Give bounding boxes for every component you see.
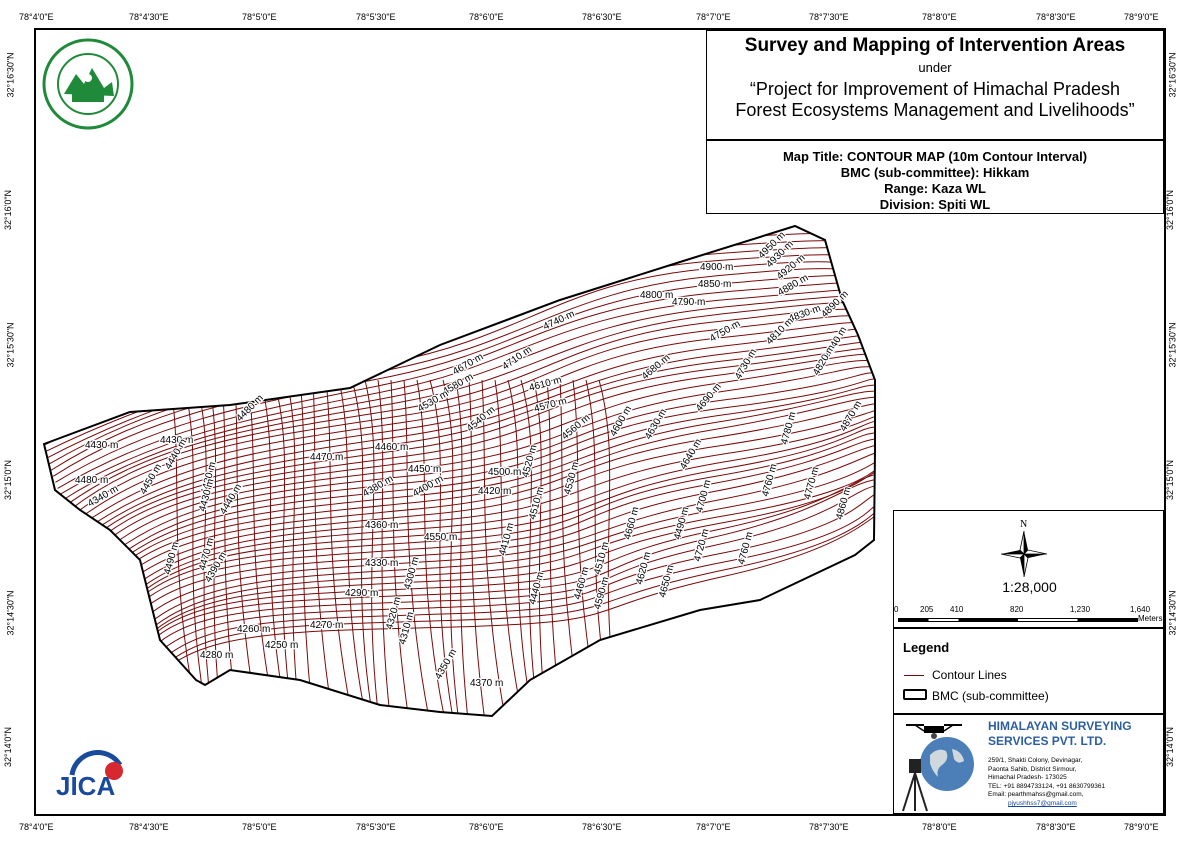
scale-bar — [898, 618, 1138, 622]
scale-box: N 1:28,000 0 205 410 820 1,230 1,640 Meters — [893, 510, 1164, 628]
address-line: pjyushhss7@gmail.com — [1008, 799, 1077, 807]
longitude-tick-label: 78°9'0"E — [1124, 822, 1159, 832]
longitude-tick-label: 78°4'0"E — [19, 822, 54, 832]
svg-text:JICA: JICA — [56, 771, 115, 801]
longitude-tick-label: 78°4'30"E — [129, 12, 169, 22]
scale-tick-label: 0 — [894, 605, 899, 614]
scale-tick-label: 410 — [950, 605, 964, 614]
longitude-tick-label: 78°4'0"E — [19, 12, 54, 22]
longitude-tick-label: 78°5'30"E — [356, 822, 396, 832]
map-info-box: Map Title: CONTOUR MAP (10m Contour Inte… — [706, 140, 1164, 214]
north-label: N — [1020, 519, 1028, 530]
legend-contour-label: Contour Lines — [932, 668, 1007, 682]
company-box: HIMALAYAN SURVEYING SERVICES PVT. LTD. 2… — [893, 714, 1164, 814]
title-box: Survey and Mapping of Intervention Areas… — [706, 30, 1164, 140]
latitude-tick-label: 32°16'0"N — [3, 189, 14, 231]
latitude-tick-label: 32°14'0"N — [1165, 726, 1176, 768]
division-name: Division: Spiti WL — [879, 197, 991, 212]
scale-tick-label: 205 — [920, 605, 934, 614]
scale-tick-label: 820 — [1010, 605, 1024, 614]
latitude-tick-label: 32°16'30"N — [1167, 52, 1178, 98]
address-line: Email: pearthmahss@gmail.com, — [988, 791, 1084, 799]
forest-department-logo — [42, 38, 134, 130]
latitude-tick-label: 32°16'30"N — [5, 52, 16, 98]
company-address: 259/1, Shakti Colony, Devinagar, Paonta … — [988, 757, 1105, 809]
longitude-tick-label: 78°7'30"E — [809, 12, 849, 22]
longitude-tick-label: 78°6'0"E — [469, 822, 504, 832]
project-line-1: “Project for Improvement of Himachal Pra… — [749, 79, 1121, 99]
company-name-line-2: SERVICES PVT. LTD. — [988, 734, 1107, 748]
longitude-tick-label: 78°5'30"E — [356, 12, 396, 22]
longitude-tick-label: 78°8'30"E — [1036, 12, 1076, 22]
latitude-tick-label: 32°15'0"N — [3, 459, 14, 501]
latitude-tick-label: 32°14'0"N — [3, 726, 14, 768]
longitude-tick-label: 78°6'0"E — [469, 12, 504, 22]
scale-tick-label: 1,230 — [1070, 605, 1091, 614]
longitude-tick-label: 78°5'0"E — [242, 12, 277, 22]
scale-tick-label: 1,640 — [1130, 605, 1151, 614]
address-line: 259/1, Shakti Colony, Devinagar, — [988, 757, 1083, 764]
bmc-name: BMC (sub-committee): Hikkam — [840, 165, 1030, 180]
longitude-tick-label: 78°8'0"E — [922, 822, 957, 832]
longitude-tick-label: 78°8'30"E — [1036, 822, 1076, 832]
longitude-tick-label: 78°6'30"E — [582, 12, 622, 22]
main-title: Survey and Mapping of Intervention Areas — [744, 35, 1126, 56]
legend-bmc-symbol — [903, 689, 927, 700]
jica-logo: JICA — [50, 745, 130, 805]
longitude-tick-label: 78°9'0"E — [1124, 12, 1159, 22]
legend-bmc-label: BMC (sub-committee) — [932, 689, 1049, 703]
latitude-tick-label: 32°15'0"N — [1165, 459, 1176, 501]
longitude-tick-label: 78°8'0"E — [922, 12, 957, 22]
latitude-tick-label: 32°16'0"N — [1165, 189, 1176, 231]
address-line: TEL: +91 8894733124, +91 8630799361 — [988, 782, 1106, 790]
address-line: Paonta Sahib, District Sirmour, — [988, 765, 1077, 773]
latitude-tick-label: 32°15'30"N — [1167, 322, 1178, 368]
scale-unit: Meters — [1138, 614, 1163, 623]
north-arrow-icon — [1001, 531, 1047, 577]
latitude-tick-label: 32°14'30"N — [1167, 590, 1178, 636]
address-line: Himachal Pradesh- 173025 — [988, 774, 1067, 782]
total-station-icon — [902, 759, 928, 812]
scale-ratio: 1:28,000 — [1002, 579, 1057, 595]
map-title: Map Title: CONTOUR MAP (10m Contour Inte… — [782, 149, 1088, 164]
legend-box: Legend Contour Lines BMC (sub-committee) — [893, 628, 1164, 714]
latitude-tick-label: 32°14'30"N — [5, 590, 16, 636]
range-name: Range: Kaza WL — [884, 181, 986, 196]
company-name-line-1: HIMALAYAN SURVEYING — [988, 719, 1132, 733]
longitude-tick-label: 78°4'30"E — [129, 822, 169, 832]
longitude-tick-label: 78°7'0"E — [696, 822, 731, 832]
longitude-tick-label: 78°7'0"E — [696, 12, 731, 22]
title-under: under — [918, 60, 952, 75]
longitude-tick-label: 78°6'30"E — [582, 822, 622, 832]
longitude-tick-label: 78°5'0"E — [242, 822, 277, 832]
longitude-tick-label: 78°7'30"E — [809, 822, 849, 832]
legend-title: Legend — [903, 640, 950, 655]
project-line-2: Forest Ecosystems Management and Livelih… — [735, 100, 1135, 120]
latitude-tick-label: 32°15'30"N — [5, 322, 16, 368]
legend-contour-symbol — [904, 675, 924, 676]
